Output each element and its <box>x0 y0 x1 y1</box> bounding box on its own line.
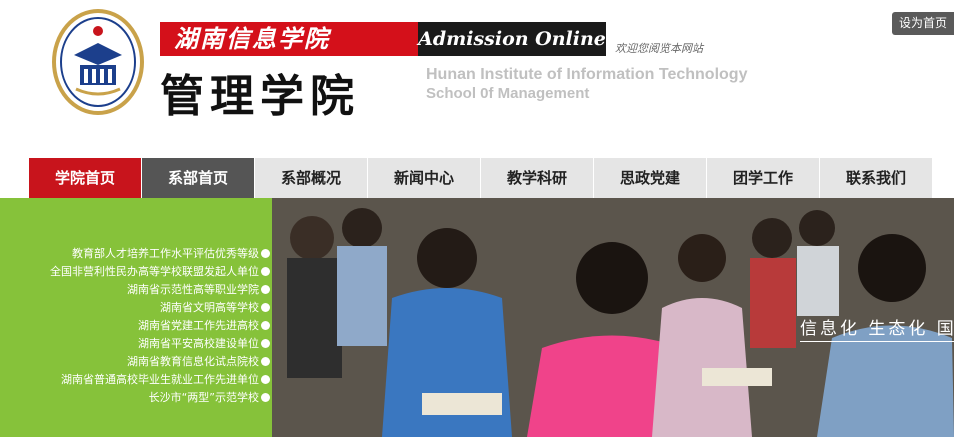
list-item[interactable]: 湖南省普通高校毕业生就业工作先进单位 <box>50 370 272 388</box>
nav-item-party-building[interactable]: 思政党建 <box>594 158 706 198</box>
nav-item-overview[interactable]: 系部概况 <box>255 158 367 198</box>
honors-panel: 教育部人才培养工作水平评估优秀等级 全国非营利性民办高等学校联盟发起人单位 湖南… <box>0 198 272 437</box>
bullet-icon <box>261 248 270 258</box>
bullet-icon <box>261 266 270 276</box>
school-cn-title-banner: 湖南信息学院 <box>160 22 418 56</box>
english-school-name: Hunan Institute of Information Technolog… <box>426 66 748 83</box>
bullet-icon <box>261 284 270 294</box>
banner-slogan: 信息化 生态化 国 <box>800 314 954 342</box>
list-item[interactable]: 湖南省文明高等学校 <box>50 298 272 316</box>
department-title: 管理学院 <box>160 71 360 122</box>
list-item[interactable]: 湖南省示范性高等职业学院 <box>50 280 272 298</box>
bullet-icon <box>261 302 270 312</box>
bullet-icon <box>261 356 270 366</box>
hero-banner: 教育部人才培养工作水平评估优秀等级 全国非营利性民办高等学校联盟发起人单位 湖南… <box>0 198 954 437</box>
welcome-text: 欢迎您阅览本网站 <box>615 42 703 55</box>
nav-item-news[interactable]: 新闻中心 <box>368 158 480 198</box>
english-department-name: School 0f Management <box>426 85 590 102</box>
list-item[interactable]: 教育部人才培养工作水平评估优秀等级 <box>50 244 272 262</box>
nav-item-college-home[interactable]: 学院首页 <box>29 158 141 198</box>
bullet-icon <box>261 374 270 384</box>
set-homepage-button[interactable]: 设为首页 <box>892 12 954 35</box>
main-nav: 学院首页 系部首页 系部概况 新闻中心 教学科研 思政党建 团学工作 联系我们 <box>29 158 933 198</box>
school-logo[interactable] <box>52 9 144 115</box>
nav-item-department-home[interactable]: 系部首页 <box>142 158 254 198</box>
list-item[interactable]: 全国非营利性民办高等学校联盟发起人单位 <box>50 262 272 280</box>
bullet-icon <box>261 338 270 348</box>
list-item[interactable]: 湖南省教育信息化试点院校 <box>50 352 272 370</box>
nav-item-student-work[interactable]: 团学工作 <box>707 158 819 198</box>
bullet-icon <box>261 392 270 402</box>
list-item[interactable]: 湖南省平安高校建设单位 <box>50 334 272 352</box>
list-item[interactable]: 湖南省党建工作先进高校 <box>50 316 272 334</box>
site-header: 湖南信息学院 Admission Online 欢迎您阅览本网站 管理学院 Hu… <box>0 0 954 158</box>
honors-list: 教育部人才培养工作水平评估优秀等级 全国非营利性民办高等学校联盟发起人单位 湖南… <box>50 244 272 406</box>
bullet-icon <box>261 320 270 330</box>
admission-online-banner[interactable]: Admission Online <box>418 22 606 56</box>
list-item[interactable]: 长沙市“两型”示范学校 <box>50 388 272 406</box>
nav-item-contact[interactable]: 联系我们 <box>820 158 932 198</box>
nav-item-teaching-research[interactable]: 教学科研 <box>481 158 593 198</box>
